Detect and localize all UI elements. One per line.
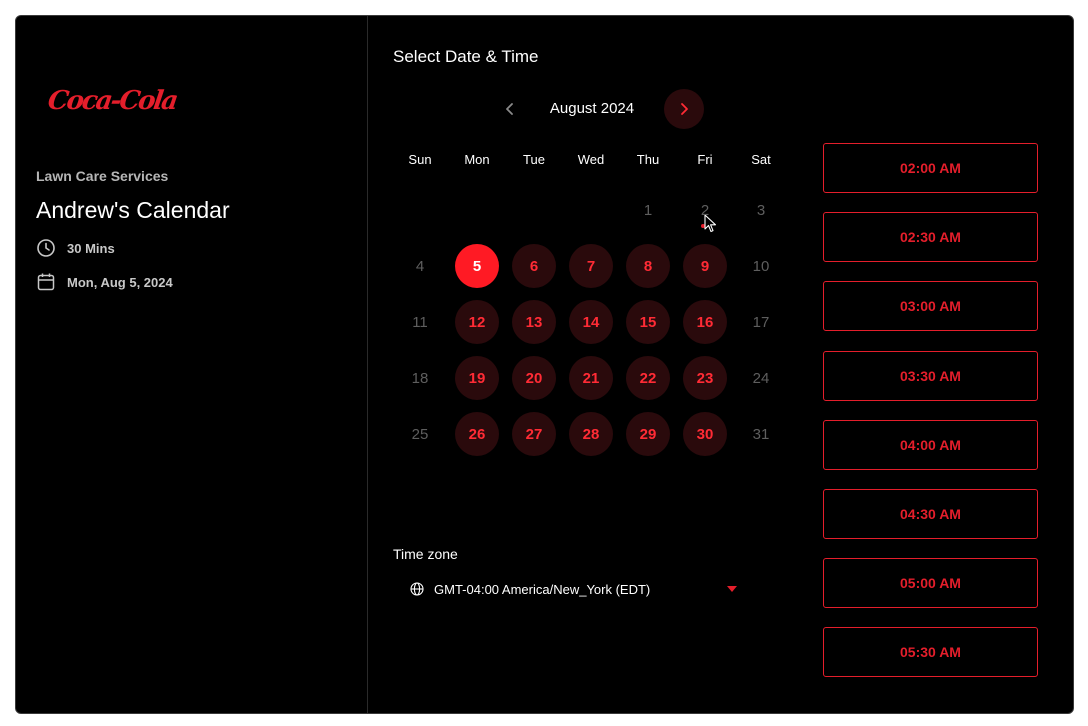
- calendar-day-12[interactable]: 12: [455, 300, 499, 344]
- calendar-day-20[interactable]: 20: [512, 356, 556, 400]
- time-slot-button[interactable]: 04:30 AM: [823, 489, 1038, 539]
- event-info-panel: Coca‑Cola Lawn Care Services Andrew's Ca…: [16, 16, 368, 713]
- calendar-day-13[interactable]: 13: [512, 300, 556, 344]
- calendar-day-29[interactable]: 29: [626, 412, 670, 456]
- weekday-sat: Sat: [751, 152, 771, 167]
- calendar-day-15[interactable]: 15: [626, 300, 670, 344]
- duration-text: 30 Mins: [67, 240, 115, 256]
- calendar-day-23[interactable]: 23: [683, 356, 727, 400]
- calendar-day-8[interactable]: 8: [626, 244, 670, 288]
- calendar-icon: [37, 273, 55, 291]
- booking-window: Coca‑Cola Lawn Care Services Andrew's Ca…: [15, 15, 1074, 714]
- clock-icon: [37, 239, 55, 257]
- calendar-day-22[interactable]: 22: [626, 356, 670, 400]
- weekday-thu: Thu: [636, 152, 660, 167]
- globe-icon: [410, 582, 424, 596]
- calendar-day-21[interactable]: 21: [569, 356, 613, 400]
- calendar-day-25: 25: [411, 425, 429, 443]
- calendar-day-4: 4: [415, 257, 425, 275]
- calendar-day-30[interactable]: 30: [683, 412, 727, 456]
- time-slot-button[interactable]: 04:00 AM: [823, 419, 1038, 470]
- calendar-day-10: 10: [752, 257, 770, 275]
- calendar-day-31: 31: [752, 425, 770, 443]
- date-row: Mon, Aug 5, 2024: [36, 272, 173, 292]
- timezone-label: Time zone: [393, 546, 458, 562]
- month-label: August 2024: [549, 100, 635, 117]
- caret-down-icon: [727, 586, 737, 592]
- calendar-day-11: 11: [412, 313, 428, 331]
- calendar-day-17: 17: [752, 313, 770, 331]
- chevron-right-icon: [681, 103, 688, 115]
- weekday-sun: Sun: [408, 152, 432, 167]
- calendar-day-3: 3: [756, 201, 766, 219]
- calendar-day-28[interactable]: 28: [569, 412, 613, 456]
- brand-logo: Coca‑Cola: [45, 86, 179, 116]
- time-slot-button[interactable]: 03:00 AM: [823, 281, 1038, 332]
- calendar-day-27[interactable]: 27: [512, 412, 556, 456]
- duration-row: 30 Mins: [36, 238, 115, 258]
- month-navigation: August 2024: [486, 89, 736, 129]
- timezone-value: GMT-04:00 America/New_York (EDT): [434, 581, 651, 597]
- weekday-fri: Fri: [697, 152, 713, 167]
- page-title: Select Date & Time: [393, 47, 539, 66]
- calendar-day-1: 1: [643, 201, 653, 219]
- time-slot-button[interactable]: 05:30 AM: [823, 627, 1038, 678]
- time-slot-button[interactable]: 05:00 AM: [823, 558, 1038, 609]
- calendar-day-26[interactable]: 26: [455, 412, 499, 456]
- timezone-select[interactable]: GMT-04:00 America/New_York (EDT): [393, 573, 743, 605]
- selected-date-text: Mon, Aug 5, 2024: [67, 274, 173, 290]
- chevron-left-icon: [506, 103, 513, 115]
- calendar-day-2: 2: [700, 201, 710, 219]
- time-slot-button[interactable]: 02:30 AM: [823, 212, 1038, 263]
- weekday-wed: Wed: [577, 152, 605, 167]
- time-slot-button[interactable]: 02:00 AM: [823, 143, 1038, 193]
- calendar-day-7[interactable]: 7: [569, 244, 613, 288]
- weekday-tue: Tue: [523, 152, 545, 167]
- calendar-title: Andrew's Calendar: [36, 197, 230, 223]
- calendar-day-6[interactable]: 6: [512, 244, 556, 288]
- calendar-day-16[interactable]: 16: [683, 300, 727, 344]
- calendar-day-9[interactable]: 9: [683, 244, 727, 288]
- calendar-day-19[interactable]: 19: [455, 356, 499, 400]
- service-name: Lawn Care Services: [36, 168, 169, 184]
- time-slot-button[interactable]: 03:30 AM: [823, 350, 1038, 401]
- weekday-mon: Mon: [464, 152, 490, 167]
- calendar-day-18: 18: [411, 369, 429, 387]
- calendar-day-24: 24: [752, 369, 770, 387]
- calendar-day-5[interactable]: 5: [455, 244, 499, 288]
- next-month-button[interactable]: [664, 89, 704, 129]
- calendar-day-14[interactable]: 14: [569, 300, 613, 344]
- previous-month-button[interactable]: [496, 95, 524, 123]
